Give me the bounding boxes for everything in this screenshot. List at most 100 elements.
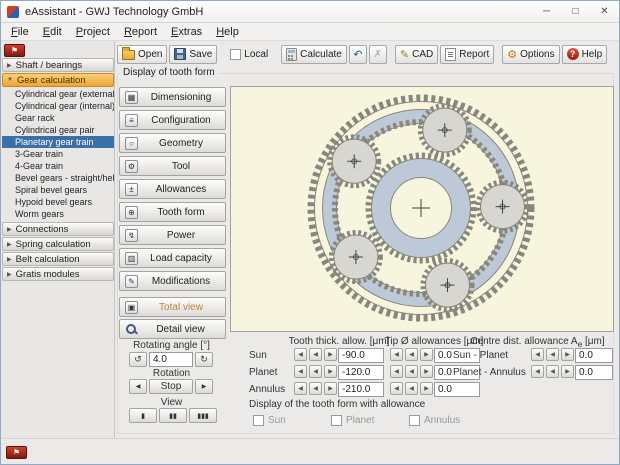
report-button[interactable]: Report	[440, 45, 494, 64]
options-button[interactable]: ⚙ Options	[502, 45, 559, 64]
stop-button[interactable]: Stop	[149, 379, 193, 394]
sidebar-item-cylindrical-internal[interactable]: Cylindrical gear (internal)	[2, 100, 114, 112]
menu-file[interactable]: File	[4, 25, 36, 39]
allowances-button[interactable]: ±Allowances	[119, 179, 226, 199]
sidebar-item-cylindrical-pair[interactable]: Cylindrical gear pair	[2, 124, 114, 136]
sidebar-item-gear-rack[interactable]: Gear rack	[2, 112, 114, 124]
sidebar-section-spring-calculation[interactable]: ▶ Spring calculation	[2, 237, 114, 251]
planet-annulus-centre-input[interactable]	[575, 365, 613, 380]
load-capacity-button[interactable]: ▥Load capacity	[119, 248, 226, 268]
sidebar-item-spiral-bevel-gears[interactable]: Spiral bevel gears	[2, 184, 114, 196]
nav-first-button[interactable]: ◀	[390, 348, 403, 361]
cad-button[interactable]: ✎ CAD	[395, 45, 438, 64]
nav-prev-button[interactable]: ◀	[405, 348, 418, 361]
configuration-icon: ≡	[125, 114, 138, 127]
sidebar-section-shaft-bearings[interactable]: ▶ Shaft / bearings	[2, 58, 114, 72]
menu-project[interactable]: Project	[69, 25, 117, 39]
nav-next-button[interactable]: ▶	[561, 365, 574, 378]
redo-button[interactable]: ✗	[369, 45, 387, 64]
menu-report[interactable]: Report	[117, 25, 164, 39]
rotate-step-left-button[interactable]: ↺	[129, 352, 147, 367]
menu-edit[interactable]: Edit	[36, 25, 69, 39]
nav-next-button[interactable]: ▶	[324, 348, 337, 361]
nav-next-button[interactable]: ▶	[324, 365, 337, 378]
tooth-form-button[interactable]: ⊕Tooth form	[119, 202, 226, 222]
nav-first-button[interactable]: ◀	[531, 365, 544, 378]
total-view-button[interactable]: ▣Total view	[119, 297, 226, 317]
nav-first-button[interactable]: ◀	[390, 382, 403, 395]
rotating-angle-input[interactable]	[149, 352, 193, 367]
sidebar-item-worm-gears[interactable]: Worm gears	[2, 208, 114, 220]
maximize-button[interactable]: □	[561, 1, 590, 22]
nav-first-button[interactable]: ◀	[294, 365, 307, 378]
nav-next-button[interactable]: ▶	[420, 382, 433, 395]
sidebar-section-belt-calculation[interactable]: ▶ Belt calculation	[2, 252, 114, 266]
planet-thickness-input[interactable]	[338, 365, 384, 380]
nav-first-button[interactable]: ◀	[294, 348, 307, 361]
minimize-button[interactable]: ─	[532, 1, 561, 22]
rotate-forward-button[interactable]: ▶	[195, 379, 213, 394]
calculate-button[interactable]: Calculate	[281, 45, 347, 64]
power-button[interactable]: ↯Power	[119, 225, 226, 245]
row-label-sun-planet: Sun - Planet	[453, 350, 529, 361]
sun-checkbox[interactable]	[253, 415, 264, 426]
nav-next-button[interactable]: ▶	[420, 348, 433, 361]
gear-icon: ⚙	[507, 48, 517, 61]
nav-next-button[interactable]: ▶	[324, 382, 337, 395]
nav-prev-button[interactable]: ◀	[405, 365, 418, 378]
chevron-right-icon: ▶	[7, 256, 12, 263]
planet-checkbox[interactable]	[331, 415, 342, 426]
nav-next-button[interactable]: ▶	[420, 365, 433, 378]
dimensioning-button[interactable]: ▦Dimensioning	[119, 87, 226, 107]
sidebar-section-connections[interactable]: ▶ Connections	[2, 222, 114, 236]
nav-prev-button[interactable]: ◀	[309, 365, 322, 378]
nav-first-button[interactable]: ◀	[390, 365, 403, 378]
view-three-button[interactable]: ▮▮▮	[189, 408, 217, 423]
nav-first-button[interactable]: ◀	[294, 382, 307, 395]
annulus-checkbox[interactable]	[409, 415, 420, 426]
menu-help[interactable]: Help	[209, 25, 246, 39]
tool-button[interactable]: ⚙Tool	[119, 156, 226, 176]
view-one-button[interactable]: ▮	[129, 408, 157, 423]
modifications-button[interactable]: ✎Modifications	[119, 271, 226, 291]
sidebar-section-gear-calculation[interactable]: ▼ Gear calculation	[2, 73, 114, 87]
help-button[interactable]: ? Help	[562, 45, 608, 64]
total-view-icon: ▣	[125, 301, 138, 314]
nav-first-button[interactable]: ◀	[531, 348, 544, 361]
nav-next-button[interactable]: ▶	[561, 348, 574, 361]
geometry-button[interactable]: ○Geometry	[119, 133, 226, 153]
help-icon: ?	[567, 48, 579, 60]
nav-prev-button[interactable]: ◀	[546, 365, 559, 378]
sidebar-section-gratis-modules[interactable]: ▶ Gratis modules	[2, 267, 114, 281]
sidebar-item-cylindrical-external[interactable]: Cylindrical gear (external)	[2, 88, 114, 100]
local-checkbox[interactable]	[230, 49, 241, 60]
save-button[interactable]: Save	[169, 45, 217, 64]
sun-planet-centre-input[interactable]	[575, 348, 613, 363]
sidebar-item-bevel-gears[interactable]: Bevel gears - straight/helical	[2, 172, 114, 184]
tooth-form-canvas[interactable]	[230, 86, 614, 332]
chevron-right-icon: ▶	[7, 62, 12, 69]
open-button[interactable]: Open	[117, 45, 167, 64]
section-label: Display of tooth form	[120, 67, 218, 78]
menu-extras[interactable]: Extras	[164, 25, 209, 39]
nav-prev-button[interactable]: ◀	[546, 348, 559, 361]
configuration-button[interactable]: ≡Configuration	[119, 110, 226, 130]
sidebar-item-hypoid-bevel-gears[interactable]: Hypoid bevel gears	[2, 196, 114, 208]
sun-thickness-input[interactable]	[338, 348, 384, 363]
sidebar-item-planetary-gear-train[interactable]: Planetary gear train	[2, 136, 114, 148]
rotate-step-right-button[interactable]: ↻	[195, 352, 213, 367]
flag-button[interactable]: ⚑	[4, 44, 25, 57]
sidebar-item-3-gear-train[interactable]: 3-Gear train	[2, 148, 114, 160]
undo-button[interactable]: ↶	[349, 45, 367, 64]
detail-view-button[interactable]: Detail view	[119, 319, 226, 339]
status-flag-button[interactable]: ⚑	[6, 446, 27, 459]
rotate-reverse-button[interactable]: ◀	[129, 379, 147, 394]
view-two-button[interactable]: ▮▮	[159, 408, 187, 423]
annulus-tip-input[interactable]	[434, 382, 480, 397]
close-button[interactable]: ✕	[590, 1, 619, 22]
nav-prev-button[interactable]: ◀	[309, 382, 322, 395]
nav-prev-button[interactable]: ◀	[405, 382, 418, 395]
annulus-thickness-input[interactable]	[338, 382, 384, 397]
nav-prev-button[interactable]: ◀	[309, 348, 322, 361]
sidebar-item-4-gear-train[interactable]: 4-Gear train	[2, 160, 114, 172]
